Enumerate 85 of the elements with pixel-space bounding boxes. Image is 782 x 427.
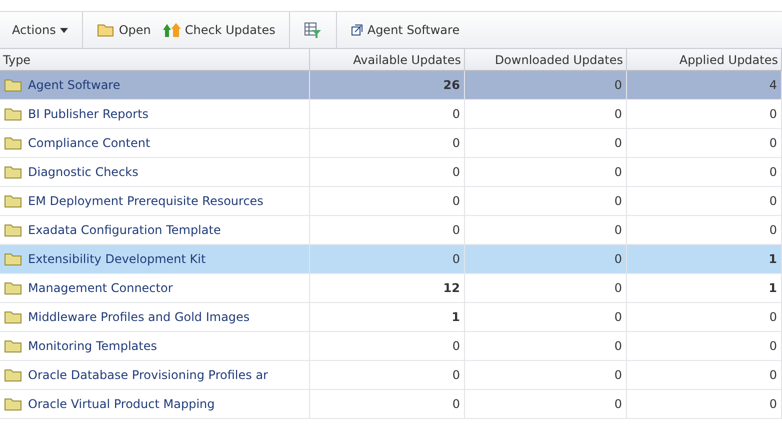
table-cell[interactable]: Compliance Content [0,129,310,158]
type-link[interactable]: Middleware Profiles and Gold Images [28,310,250,324]
folder-icon [4,136,22,150]
folder-icon [4,107,22,121]
table-cell: 1 [310,303,465,332]
table-cell: 0 [310,129,465,158]
table-cell: 0 [627,129,782,158]
actions-menu[interactable]: Actions [6,21,74,39]
table-cell[interactable]: Management Connector [0,274,310,303]
folder-icon [4,339,22,353]
table-cell: 0 [627,390,782,419]
filter-icon [304,22,322,38]
table-cell[interactable]: EM Deployment Prerequisite Resources [0,187,310,216]
table-cell: 0 [465,274,627,303]
table-cell: 0 [465,71,627,100]
table-cell: 0 [465,303,627,332]
table-cell[interactable]: Agent Software [0,71,310,100]
table-cell: 0 [310,216,465,245]
folder-icon [4,281,22,295]
table-cell[interactable]: Oracle Virtual Product Mapping [0,390,310,419]
table-cell: 0 [465,187,627,216]
table-cell: 0 [627,332,782,361]
table-cell: 26 [310,71,465,100]
folder-icon [4,223,22,237]
folder-icon [96,23,115,37]
table-cell: 0 [310,158,465,187]
type-link[interactable]: Agent Software [28,78,120,92]
type-link[interactable]: Management Connector [28,281,173,295]
table-cell: 0 [465,216,627,245]
table-cell: 0 [465,245,627,274]
detach-icon [351,24,364,36]
detach-button[interactable]: Agent Software [345,21,466,39]
type-link[interactable]: EM Deployment Prerequisite Resources [28,194,264,208]
table-cell: 0 [310,390,465,419]
table-cell[interactable]: Monitoring Templates [0,332,310,361]
table-cell[interactable]: Middleware Profiles and Gold Images [0,303,310,332]
type-link[interactable]: Compliance Content [28,136,150,150]
type-link[interactable]: Oracle Virtual Product Mapping [28,397,215,411]
arrows-icon [162,22,181,38]
column-header[interactable]: Downloaded Updates [465,49,627,71]
table-cell: 0 [310,187,465,216]
type-link[interactable]: BI Publisher Reports [28,107,149,121]
type-link[interactable]: Diagnostic Checks [28,165,138,179]
table-cell: 0 [465,361,627,390]
table-cell[interactable]: Oracle Database Provisioning Profiles ar [0,361,310,390]
table-cell: 0 [627,303,782,332]
open-button[interactable]: Open [90,21,157,39]
table-cell: 0 [627,361,782,390]
caret-icon [60,28,68,32]
folder-icon [4,368,22,382]
table-cell: 0 [465,158,627,187]
folder-icon [4,165,22,179]
column-header[interactable]: Applied Updates [627,49,782,71]
table-cell: 0 [465,390,627,419]
table-cell[interactable]: BI Publisher Reports [0,100,310,129]
table-cell[interactable]: Extensibility Development Kit [0,245,310,274]
folder-icon [4,194,22,208]
table-cell[interactable]: Diagnostic Checks [0,158,310,187]
table-cell: 0 [627,187,782,216]
table-cell: 0 [627,100,782,129]
table-cell: 0 [310,332,465,361]
type-link[interactable]: Exadata Configuration Template [28,223,221,237]
folder-icon [4,397,22,411]
table-cell: 0 [465,332,627,361]
table-cell: 0 [465,100,627,129]
table-cell: 1 [627,245,782,274]
table-cell: 0 [310,361,465,390]
folder-icon [4,78,22,92]
check-button[interactable]: Check Updates [156,20,282,40]
table-cell: 12 [310,274,465,303]
table-cell: 0 [310,245,465,274]
table-cell: 0 [627,216,782,245]
table-cell: 0 [465,129,627,158]
column-header[interactable]: Type [0,49,310,71]
table-cell: 0 [310,100,465,129]
table-cell: 1 [627,274,782,303]
table-cell: 0 [627,158,782,187]
table-cell[interactable]: Exadata Configuration Template [0,216,310,245]
folder-icon [4,310,22,324]
type-link[interactable]: Monitoring Templates [28,339,157,353]
type-link[interactable]: Extensibility Development Kit [28,252,206,266]
table-cell: 4 [627,71,782,100]
type-link[interactable]: Oracle Database Provisioning Profiles ar [28,368,268,382]
folder-icon [4,252,22,266]
column-header[interactable]: Available Updates [310,49,465,71]
